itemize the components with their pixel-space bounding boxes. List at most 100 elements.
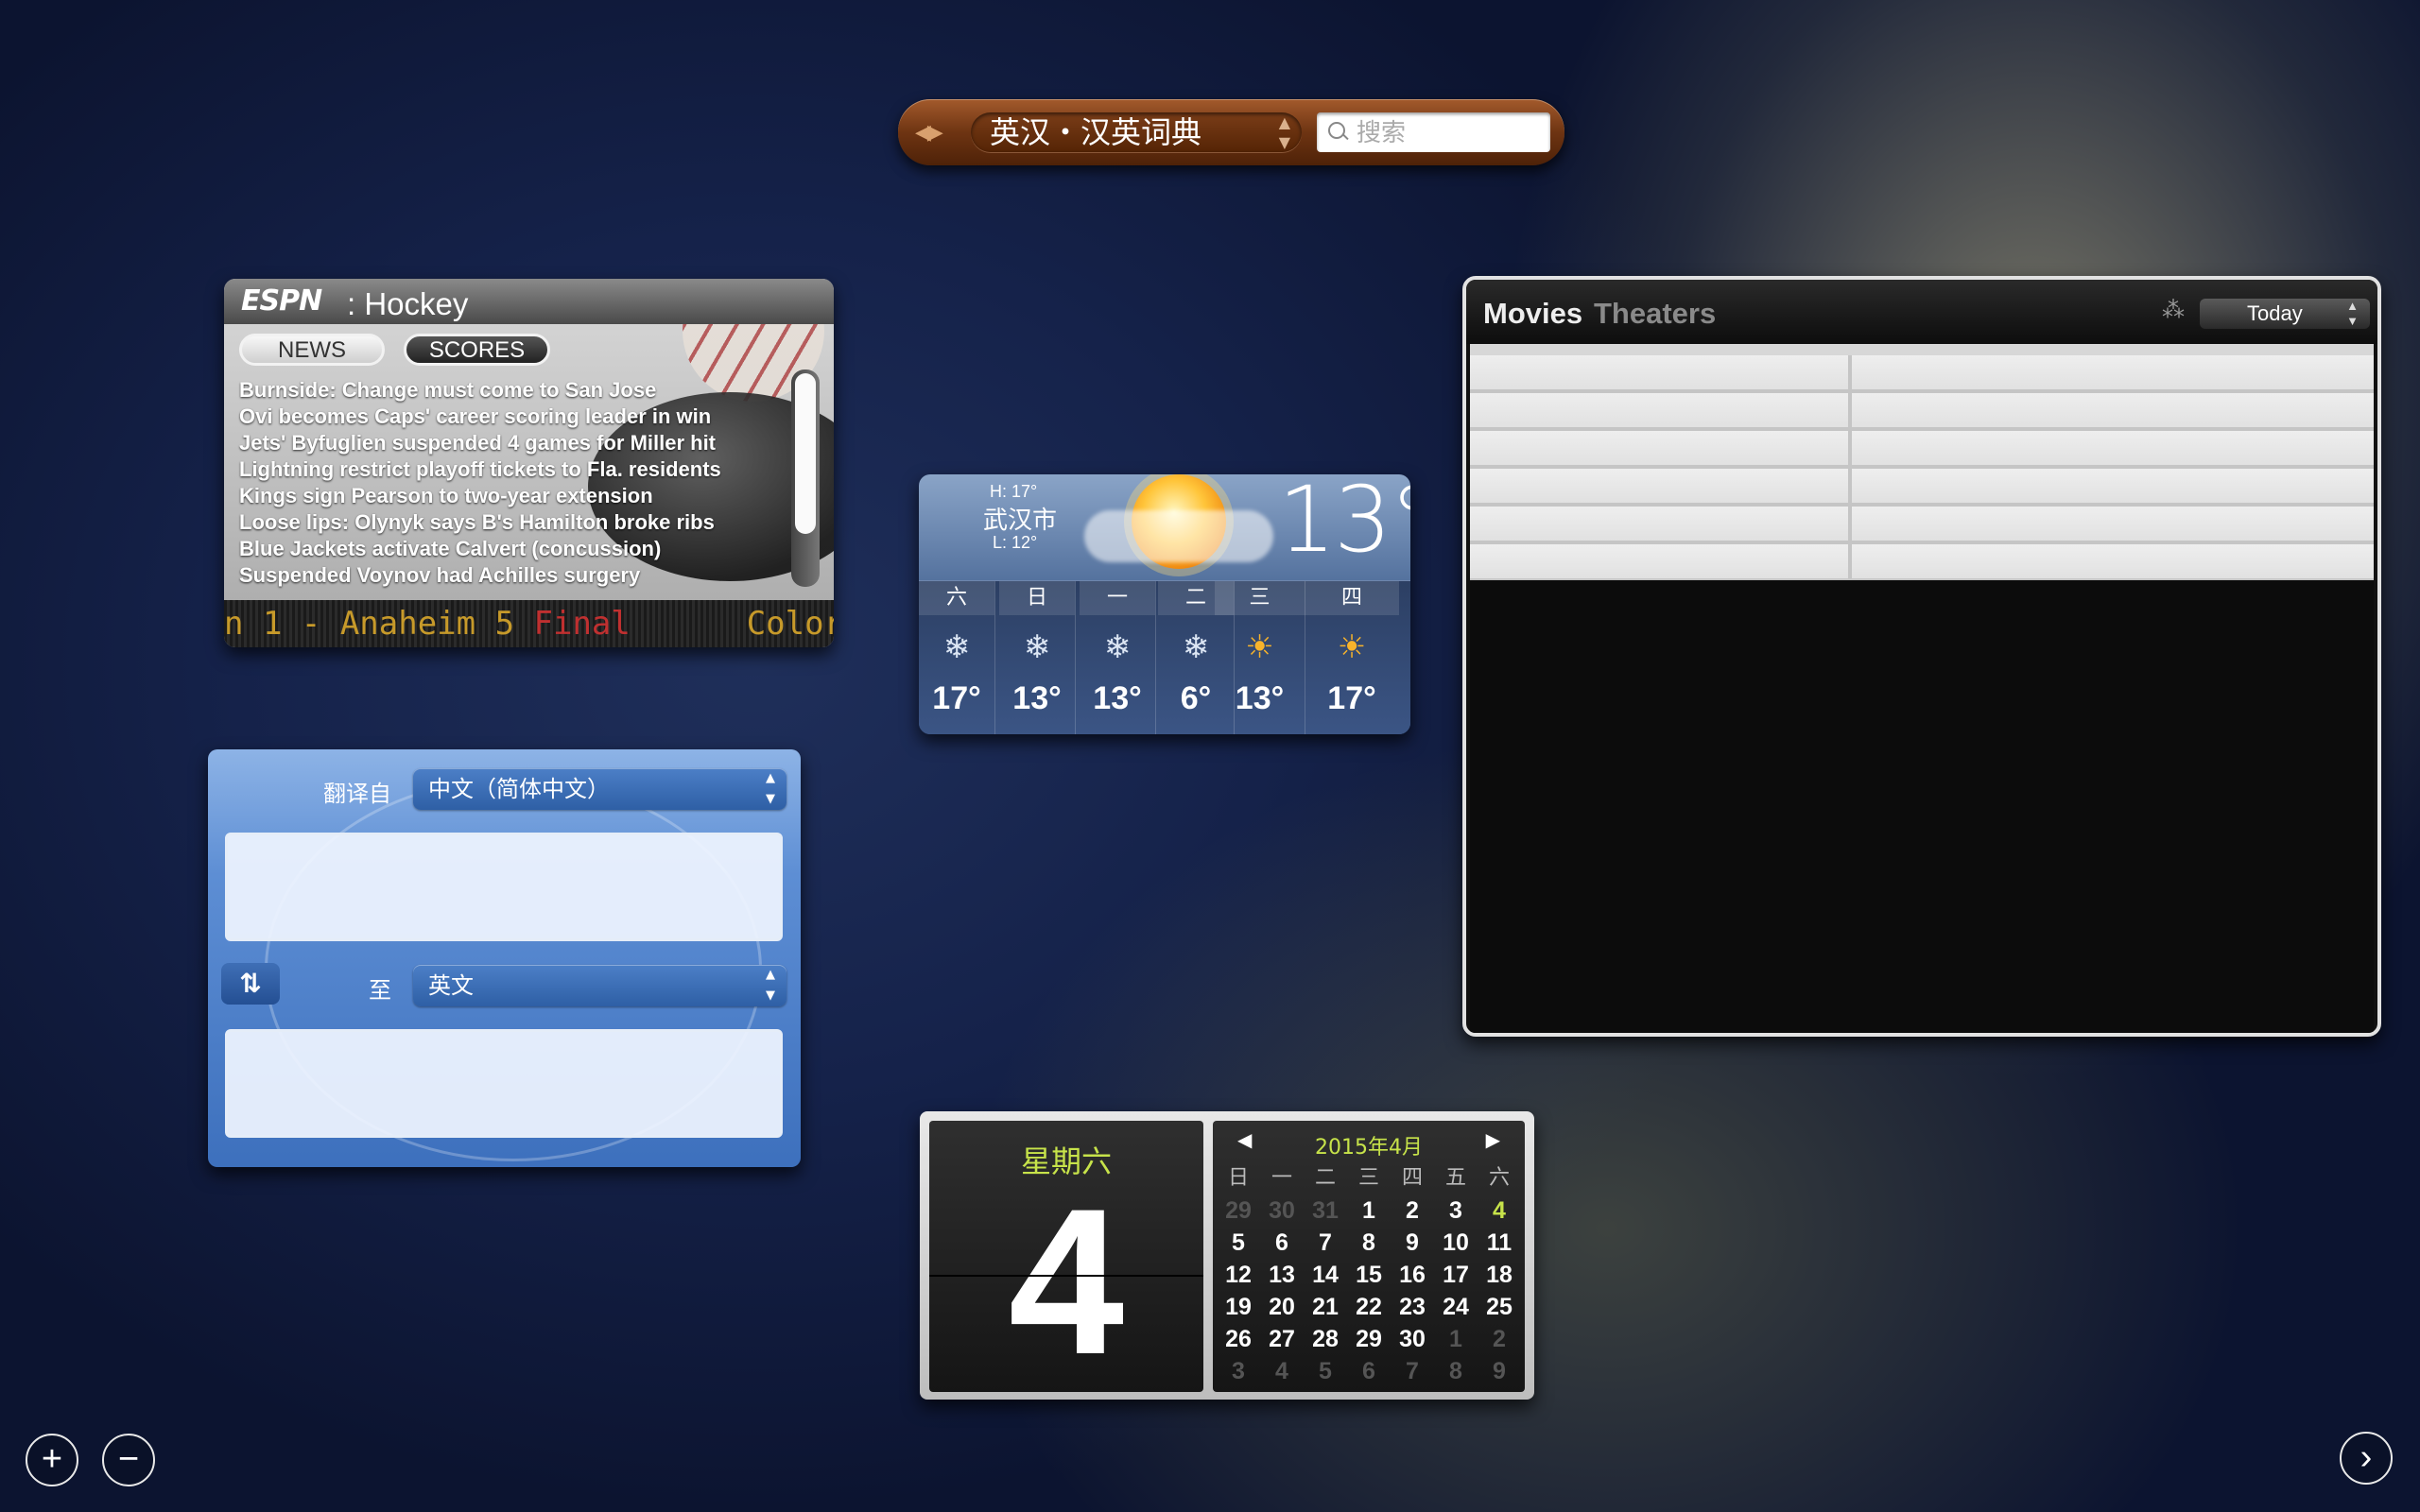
date-select[interactable]: Today ▲ ▼ xyxy=(2200,299,2370,329)
remove-widget-button[interactable]: − xyxy=(102,1434,155,1486)
date-cell[interactable]: 8 xyxy=(1347,1227,1391,1259)
date-cell[interactable]: 25 xyxy=(1478,1291,1521,1323)
add-widget-button[interactable]: + xyxy=(26,1434,78,1486)
date-cell[interactable]: 18 xyxy=(1478,1259,1521,1291)
snow-icon: ❄ xyxy=(1023,629,1051,665)
date-cell[interactable]: 29 xyxy=(1217,1194,1260,1227)
theaters-tab[interactable]: Theaters xyxy=(1594,297,1716,331)
date-cell[interactable]: 20 xyxy=(1260,1291,1304,1323)
headline-list: Burnside: Change must come to San Jose O… xyxy=(239,377,750,589)
tab-news[interactable]: NEWS xyxy=(239,334,385,366)
dictionary-source-select[interactable]: 英汉・汉英词典 ▲ ▼ xyxy=(971,112,1302,152)
date-cell[interactable]: 7 xyxy=(1304,1227,1347,1259)
date-cell[interactable]: 5 xyxy=(1304,1355,1347,1387)
prev-month-icon[interactable]: ◀ xyxy=(1237,1128,1252,1152)
forecast-day: 四 ☀ 17° xyxy=(1305,581,1399,734)
date-cell[interactable]: 8 xyxy=(1434,1355,1478,1387)
headline-item[interactable]: Ovi becomes Caps' career scoring leader … xyxy=(239,404,750,430)
date-cell[interactable]: 29 xyxy=(1347,1323,1391,1355)
headline-item[interactable]: Burnside: Change must come to San Jose xyxy=(239,377,750,404)
date-cell[interactable]: 15 xyxy=(1347,1259,1391,1291)
date-cell[interactable]: 3 xyxy=(1434,1194,1478,1227)
date-cell[interactable]: 2 xyxy=(1478,1323,1521,1355)
date-cell[interactable]: 16 xyxy=(1391,1259,1434,1291)
date-cell[interactable]: 11 xyxy=(1478,1227,1521,1259)
date-cell[interactable]: 17 xyxy=(1434,1259,1478,1291)
date-cell[interactable]: 9 xyxy=(1478,1355,1521,1387)
dictionary-nav-arrows[interactable]: ◀▶ xyxy=(915,120,943,145)
snow-icon: ❄ xyxy=(942,629,971,665)
headline-item[interactable]: Jets' Byfuglien suspended 4 games for Mi… xyxy=(239,430,750,456)
date-cell[interactable]: 24 xyxy=(1434,1291,1478,1323)
date-cell[interactable]: 30 xyxy=(1391,1323,1434,1355)
date-cell[interactable]: 3 xyxy=(1217,1355,1260,1387)
list-row[interactable] xyxy=(1470,544,2374,582)
date-cell-today[interactable]: 4 xyxy=(1478,1194,1521,1227)
snow-icon: ❄ xyxy=(1103,629,1132,665)
date-cell[interactable]: 1 xyxy=(1347,1194,1391,1227)
date-cell[interactable]: 13 xyxy=(1260,1259,1304,1291)
date-cell[interactable]: 30 xyxy=(1260,1194,1304,1227)
week-row: 3456789 xyxy=(1217,1355,1521,1387)
list-row[interactable] xyxy=(1470,355,2374,393)
tab-scores[interactable]: SCORES xyxy=(404,334,550,366)
scrollbar-thumb[interactable] xyxy=(795,373,816,534)
headline-scrollbar[interactable] xyxy=(791,369,820,587)
forecast-temp: 13° xyxy=(1093,680,1142,716)
next-month-icon[interactable]: ▶ xyxy=(1486,1128,1500,1152)
date-cell[interactable]: 26 xyxy=(1217,1323,1260,1355)
day-number: 4 xyxy=(1008,1165,1125,1398)
source-text-field[interactable] xyxy=(225,833,783,941)
date-cell[interactable]: 12 xyxy=(1217,1259,1260,1291)
week-row: 26 27 28 29 30 1 2 xyxy=(1217,1323,1521,1355)
updown-icon: ▲ ▼ xyxy=(766,771,775,806)
headline-item[interactable]: Blue Jackets activate Calvert (concussio… xyxy=(239,536,750,562)
to-language-select[interactable]: 英文 ▲ ▼ xyxy=(413,965,786,1006)
date-cell[interactable]: 1 xyxy=(1434,1323,1478,1355)
date-cell[interactable]: 2 xyxy=(1391,1194,1434,1227)
weather-widget[interactable]: H: 17° 武汉市 L: 12° 13° 六 ❄ 17° 日 ❄ 13° 一 … xyxy=(919,474,1410,734)
column-divider xyxy=(1848,355,1852,389)
dictionary-search-input[interactable] xyxy=(1355,118,1543,148)
translation-result-field[interactable] xyxy=(225,1029,783,1138)
headline-item[interactable]: Loose lips: Olynyk says B's Hamilton bro… xyxy=(239,509,750,536)
date-cell[interactable]: 9 xyxy=(1391,1227,1434,1259)
from-language-select[interactable]: 中文（简体中文） ▲ ▼ xyxy=(413,768,786,810)
date-cell[interactable]: 10 xyxy=(1434,1227,1478,1259)
date-cell[interactable]: 6 xyxy=(1347,1355,1391,1387)
next-page-button[interactable]: › xyxy=(2340,1432,2393,1485)
dictionary-search[interactable] xyxy=(1317,112,1550,152)
weekday-header: 六 xyxy=(1488,1166,1510,1190)
date-cell[interactable]: 27 xyxy=(1260,1323,1304,1355)
espn-logo: ESPN xyxy=(241,284,322,318)
date-cell[interactable]: 21 xyxy=(1304,1291,1347,1323)
date-cell[interactable]: 6 xyxy=(1260,1227,1304,1259)
dictionary-source-label: 英汉・汉英词典 xyxy=(990,114,1202,150)
date-cell[interactable]: 14 xyxy=(1304,1259,1347,1291)
date-cell[interactable]: 23 xyxy=(1391,1291,1434,1323)
date-cell[interactable]: 4 xyxy=(1260,1355,1304,1387)
date-cell[interactable]: 22 xyxy=(1347,1291,1391,1323)
weekday-header: 四 xyxy=(1401,1166,1423,1190)
date-cell[interactable]: 31 xyxy=(1304,1194,1347,1227)
movies-tab[interactable]: Movies xyxy=(1483,297,1582,331)
headline-item[interactable]: Suspended Voynov had Achilles surgery xyxy=(239,562,750,589)
list-row[interactable] xyxy=(1470,431,2374,469)
list-row[interactable] xyxy=(1470,469,2374,507)
headline-item[interactable]: Kings sign Pearson to two-year extension xyxy=(239,483,750,509)
movies-list xyxy=(1470,344,2374,582)
date-cell[interactable]: 5 xyxy=(1217,1227,1260,1259)
date-cell[interactable]: 28 xyxy=(1304,1323,1347,1355)
date-cell[interactable]: 7 xyxy=(1391,1355,1434,1387)
weekday-header: 一 xyxy=(1270,1166,1292,1190)
swap-languages-button[interactable]: ⇅ xyxy=(221,963,280,1005)
day-card[interactable]: 星期六 4 xyxy=(929,1121,1203,1392)
date-cell[interactable]: 19 xyxy=(1217,1291,1260,1323)
column-divider xyxy=(1848,469,1852,503)
calendar-widget[interactable]: 星期六 4 2015年4月 ◀ ▶ 日一二三四五六 29 30 31 1 2 3 4 567… xyxy=(920,1111,1534,1400)
list-row[interactable] xyxy=(1470,507,2374,544)
forecast-day-name: 四 xyxy=(1305,581,1399,615)
list-row[interactable] xyxy=(1470,393,2374,431)
headline-item[interactable]: Lightning restrict playoff tickets to Fl… xyxy=(239,456,750,483)
forecast-temp: 17° xyxy=(932,680,981,716)
